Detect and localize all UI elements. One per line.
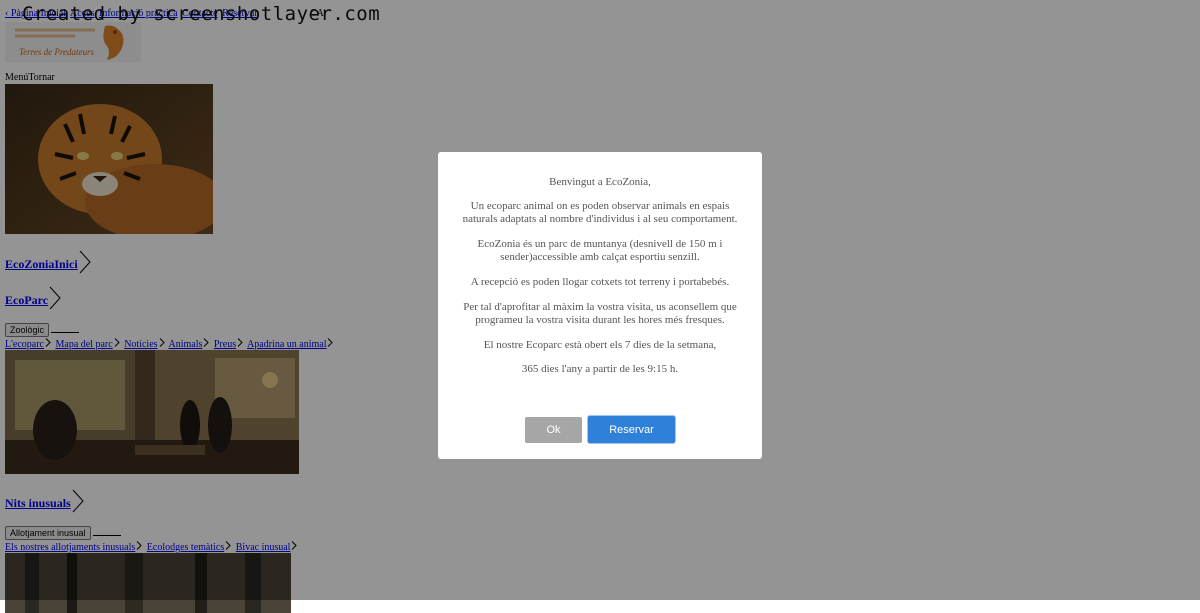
modal-paragraph-open-days: El nostre Ecoparc està obert els 7 dies …	[483, 339, 717, 351]
modal-heading: Benvingut a EcoZonia,	[549, 176, 651, 188]
modal-paragraph-advice: Per tal d'aprofitar al màxim la vostra v…	[463, 301, 737, 326]
modal-paragraph-rental: A recepció es poden llogar cotxets tot t…	[470, 276, 730, 288]
book-button[interactable]: Reservar	[588, 416, 675, 443]
ok-button[interactable]: Ok	[525, 417, 582, 443]
modal-paragraph-terrain: EcoZonia és un parc de muntanya (desnive…	[477, 238, 723, 263]
welcome-modal: Benvingut a EcoZonia, Un ecoparc animal …	[438, 152, 762, 459]
modal-paragraph-intro: Un ecoparc animal on es poden observar a…	[462, 200, 738, 225]
modal-paragraph-open-hours: 365 dies l'any a partir de les 9:15 h.	[521, 363, 679, 375]
